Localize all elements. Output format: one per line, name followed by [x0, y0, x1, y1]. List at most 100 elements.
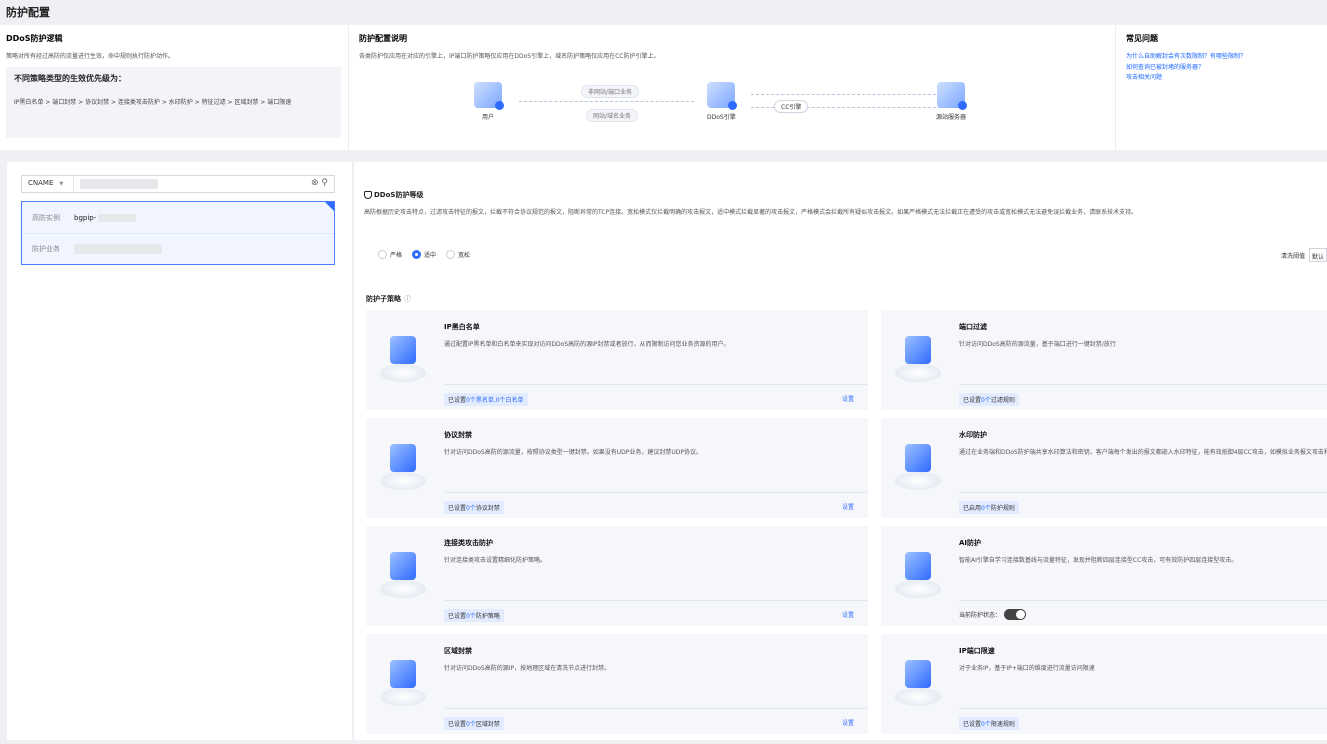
flow-line	[751, 94, 941, 95]
ai-protection-illustration	[895, 548, 941, 598]
clean-threshold-select[interactable]: 默认	[1309, 248, 1327, 262]
radio-label: 适中	[424, 252, 437, 259]
radio-dot	[446, 250, 456, 259]
card-connection-attack: 连接类攻击防护 针对连接类攻击设置精细化防护策略。 已设置0个防护策略 设置	[366, 526, 868, 626]
status-post: 限速规则	[990, 721, 1015, 728]
settings-link[interactable]: 设置	[842, 610, 854, 619]
redacted-business	[74, 244, 162, 254]
flow-user-label: 用户	[481, 114, 494, 121]
priority-box: 不同策略类型的生效优先级为： IP黑白名单 > 端口封禁 > 协议封禁 > 连接…	[6, 67, 341, 138]
server-icon	[937, 82, 967, 110]
card-ip-port-rate-limit: IP端口限速 对于业务IP，基于IP+端口的维度进行流量访问限速 已设置0个限速…	[881, 634, 1327, 734]
faq-link-attack[interactable]: 攻击相关问题	[1126, 73, 1317, 84]
flow-node-origin: 源站服务器	[936, 82, 967, 121]
port-filter-illustration	[895, 332, 941, 382]
search-type-select[interactable]: CNAME ▼	[22, 176, 74, 192]
level-title-text: DDoS防护等级	[374, 191, 424, 199]
status-post: 协议封禁	[475, 505, 500, 512]
radio-dot	[412, 250, 422, 259]
priority-title: 不同策略类型的生效优先级为：	[14, 74, 126, 83]
faq-link-query-blocked[interactable]: 如何查询已被封堵的服务器？	[1126, 63, 1317, 74]
radio-moderate[interactable]: 适中	[412, 250, 436, 259]
level-radio-group: 严格 适中 宽松	[378, 250, 480, 259]
rate-limit-illustration	[895, 656, 941, 706]
level-title: DDoS防护等级	[364, 190, 423, 200]
logic-desc: 策略对所有经过高防的流量进行生效，命中规则执行防护动作。	[6, 53, 175, 60]
settings-link[interactable]: 设置	[842, 394, 854, 403]
info-icon[interactable]: ⓘ	[404, 295, 411, 303]
flow-tag-non-web: 非网站/端口业务	[581, 85, 640, 98]
status-pre: 已设置	[963, 397, 982, 404]
card-foot: 已设置0个防护策略 设置	[444, 600, 868, 626]
card-foot: 当前防护状态：	[959, 600, 1327, 626]
status-num: 0个	[981, 397, 991, 404]
card-ip-blacklist: IP黑白名单 通过配置IP黑名单和白名单来实现对访问DDoS高防的源IP封禁或者…	[366, 310, 868, 410]
flow-line	[519, 101, 694, 102]
region-block-illustration	[380, 656, 426, 706]
faq-title: 常见问题	[1126, 34, 1158, 43]
flow-tag-web: 网站/域名业务	[586, 109, 639, 122]
status-post: 防护策略	[475, 613, 500, 620]
status-num: 0个	[466, 505, 476, 512]
card-region-block: 区域封禁 针对访问DDoS高防的源IP，按地理区域在清洗节点进行封禁。 已设置0…	[366, 634, 868, 734]
status-pre: 已设置	[448, 397, 467, 404]
status-pre: 已设置	[448, 505, 467, 512]
status-tag: 已设置0个防护策略	[444, 609, 504, 622]
shield-icon	[364, 191, 372, 199]
status-post: 区域封禁	[475, 721, 500, 728]
card-desc: 通过配置IP黑名单和白名单来实现对访问DDoS高防的源IP封禁或者放行，从而限制…	[444, 341, 730, 348]
clean-threshold: 清洗阈值 默认	[1281, 248, 1327, 262]
status-num: 0个黑名单,0个白名单	[466, 397, 524, 404]
info-panel: DDoS防护逻辑 策略对所有经过高防的流量进行生效，命中规则执行防护动作。 不同…	[0, 25, 1327, 150]
toggle-label: 当前防护状态：	[959, 612, 1002, 619]
search-icon[interactable]: ⚲	[321, 178, 328, 188]
radio-dot	[378, 250, 387, 259]
status-pre: 已启用	[963, 505, 982, 512]
redacted-id	[98, 213, 137, 222]
card-name: AI防护	[959, 539, 982, 547]
search-input[interactable]	[80, 179, 158, 189]
ddos-engine-icon	[707, 82, 738, 110]
logic-section: DDoS防护逻辑 策略对所有经过高防的流量进行生效，命中规则执行防护动作。 不同…	[0, 25, 347, 150]
status-tag: 已设置0个过滤规则	[959, 393, 1019, 406]
status-tag: 已设置0个黑名单,0个白名单	[444, 393, 528, 406]
settings-link[interactable]: 设置	[842, 502, 854, 511]
instance-panel: CNAME ▼ ⊗ ⚲ 高防实例 bgpip- 防护业务	[7, 162, 352, 740]
logic-title: DDoS防护逻辑	[6, 34, 63, 43]
card-foot: 已设置0个黑名单,0个白名单 设置	[444, 384, 868, 410]
flow-node-ddos: DDoS引擎	[707, 82, 738, 121]
card-foot: 已启用0个防护规则	[959, 492, 1327, 518]
status-tag: 已设置0个协议封禁	[444, 501, 504, 514]
radio-strict[interactable]: 严格	[378, 250, 402, 259]
card-name: 区域封禁	[444, 647, 472, 655]
card-desc: 智能AI引擎自学习连接数基线与流量特征，发现并阻断四层连接型CC攻击，可有效防护…	[959, 557, 1238, 564]
status-post: 过滤规则	[990, 397, 1015, 404]
clean-label: 清洗阈值	[1280, 252, 1305, 260]
watermark-illustration	[895, 440, 941, 490]
card-name: 端口过滤	[959, 323, 987, 331]
ai-protection-toggle[interactable]	[1004, 609, 1027, 620]
instance-card[interactable]: 高防实例 bgpip- 防护业务	[21, 201, 335, 265]
ip-list-illustration	[380, 332, 426, 382]
status-num: 0个	[981, 721, 991, 728]
settings-link[interactable]: 设置	[842, 718, 854, 727]
faq-link-unblock-limit[interactable]: 为什么自助解封会有次数限制？有哪些限制？	[1126, 52, 1317, 63]
search-icons: ⊗ ⚲	[311, 178, 328, 188]
card-foot: 已设置0个过滤规则	[959, 384, 1327, 410]
radio-label: 严格	[390, 252, 403, 259]
card-desc: 针对连接类攻击设置精细化防护策略。	[444, 557, 547, 564]
level-desc: 高防根据历史攻击特点，过滤攻击特征的报文，拦截不符合协议规范的报文，阻断异常的T…	[364, 209, 1138, 216]
business-row: 防护业务	[22, 233, 334, 264]
priority-text: IP黑白名单 > 端口封禁 > 协议封禁 > 连接类攻击防护 > 水印防护 > …	[14, 99, 292, 106]
flow-tag-cc: CC引擎	[774, 100, 809, 113]
config-desc-section: 防护配置说明 各类防护仅应用在对应的引擎上，IP端口防护策略仅应用在DDoS引擎…	[348, 25, 1114, 150]
card-name: IP黑白名单	[444, 323, 480, 331]
card-name: 水印防护	[959, 431, 987, 439]
clear-icon[interactable]: ⊗	[311, 178, 319, 188]
instance-row: 高防实例 bgpip-	[22, 202, 334, 233]
instance-label: 高防实例	[32, 213, 60, 222]
status-num: 0个	[981, 505, 991, 512]
status-tag: 已设置0个区域封禁	[444, 717, 504, 730]
radio-loose[interactable]: 宽松	[446, 250, 470, 259]
card-name: 连接类攻击防护	[444, 539, 493, 547]
